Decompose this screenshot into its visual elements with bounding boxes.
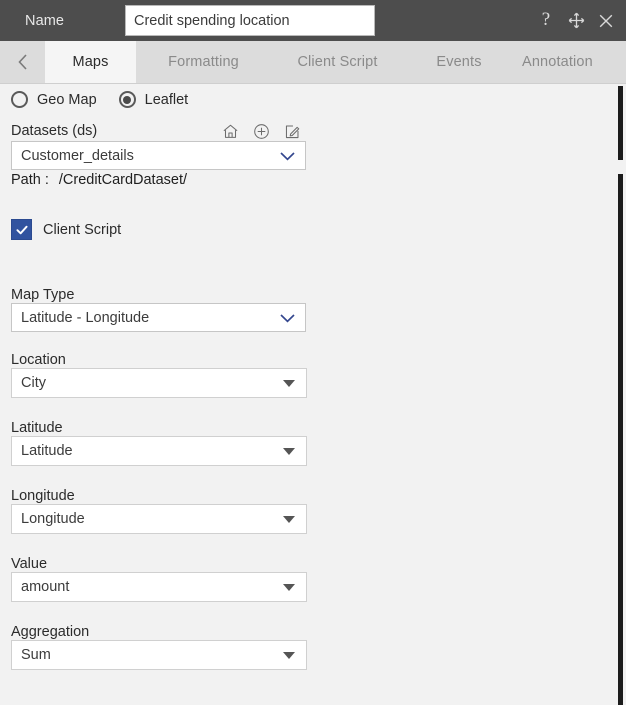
field-map-type-label: Map Type (11, 287, 75, 303)
aggregation-select[interactable]: Sum (11, 640, 307, 670)
tab-events[interactable]: Events (404, 41, 514, 83)
name-label: Name (25, 12, 65, 29)
title-bar-actions: ? (534, 0, 618, 41)
client-script-checkbox-row[interactable]: Client Script (11, 219, 121, 240)
tab-maps-label: Maps (72, 54, 109, 70)
radio-geo-map[interactable]: Geo Map (11, 91, 97, 108)
value-select[interactable]: amount (11, 572, 307, 602)
field-value-label: Value (11, 556, 48, 572)
panel-scrollbar-thumb-lower[interactable] (618, 174, 623, 705)
field-aggregation-label: Aggregation (11, 624, 90, 640)
aggregation-select-value: Sum (21, 647, 51, 663)
latitude-select-value: Latitude (21, 443, 73, 459)
value-select-value: amount (21, 579, 70, 595)
name-input[interactable] (125, 5, 375, 36)
field-latitude-label: Latitude (11, 420, 63, 436)
dataset-path: Path : /CreditCardDataset/ (11, 172, 187, 188)
triangle-down-icon (283, 515, 295, 523)
client-script-label: Client Script (43, 221, 122, 238)
tab-bar: Maps Formatting Client Script Events Ann… (0, 41, 626, 84)
triangle-down-icon (283, 379, 295, 387)
radio-geo-map-indicator (11, 91, 28, 108)
client-script-checkbox[interactable] (11, 219, 32, 240)
question-mark-icon[interactable]: ? (534, 8, 558, 34)
dataset-path-value: /CreditCardDataset/ (58, 172, 188, 188)
radio-geo-map-label: Geo Map (37, 91, 97, 108)
radio-leaflet-label: Leaflet (144, 91, 189, 108)
datasets-select-value: Customer_details (21, 147, 134, 164)
datasets-label: Datasets (ds) (11, 123, 98, 139)
tab-formatting[interactable]: Formatting (136, 41, 271, 83)
home-icon[interactable] (221, 122, 239, 140)
edit-pencil-icon[interactable] (283, 122, 301, 140)
location-select[interactable]: City (11, 368, 307, 398)
properties-panel: Name ? (0, 0, 626, 705)
field-location-label: Location (11, 352, 66, 368)
tab-annotation[interactable]: Annotation (514, 41, 626, 83)
latitude-select[interactable]: Latitude (11, 436, 307, 466)
map-type-select[interactable]: Latitude - Longitude (11, 303, 306, 332)
longitude-select[interactable]: Longitude (11, 504, 307, 534)
triangle-down-icon (283, 447, 295, 455)
tab-formatting-label: Formatting (168, 54, 239, 70)
location-select-value: City (21, 375, 46, 391)
panel-content: Geo Map Leaflet Datasets (ds) Customer_d… (0, 84, 612, 705)
triangle-down-icon (283, 651, 295, 659)
tab-annotation-label: Annotation (522, 54, 593, 70)
chevron-down-icon (279, 150, 296, 162)
radio-leaflet[interactable]: Leaflet (118, 91, 189, 108)
move-cross-icon[interactable] (564, 8, 588, 34)
chevron-down-icon (279, 312, 296, 324)
title-bar: Name ? (0, 0, 626, 41)
panel-scrollbar-thumb-upper[interactable] (618, 86, 623, 160)
datasets-select[interactable]: Customer_details (11, 141, 306, 170)
datasets-actions (221, 122, 301, 140)
map-type-select-value: Latitude - Longitude (21, 309, 150, 326)
longitude-select-value: Longitude (21, 511, 85, 527)
tab-client-script-label: Client Script (297, 54, 378, 70)
field-longitude-label: Longitude (11, 488, 75, 504)
tab-maps[interactable]: Maps (45, 41, 136, 83)
tab-scroll-left-icon[interactable] (0, 41, 45, 83)
tab-client-script[interactable]: Client Script (271, 41, 404, 83)
close-x-icon[interactable] (594, 8, 618, 34)
triangle-down-icon (283, 583, 295, 591)
dataset-path-label: Path : (11, 172, 49, 188)
datasets-header: Datasets (ds) (11, 122, 301, 140)
radio-leaflet-indicator (118, 91, 136, 108)
plus-circle-icon[interactable] (252, 122, 270, 140)
tab-events-label: Events (436, 54, 482, 70)
map-engine-radio-group: Geo Map Leaflet (11, 91, 210, 108)
